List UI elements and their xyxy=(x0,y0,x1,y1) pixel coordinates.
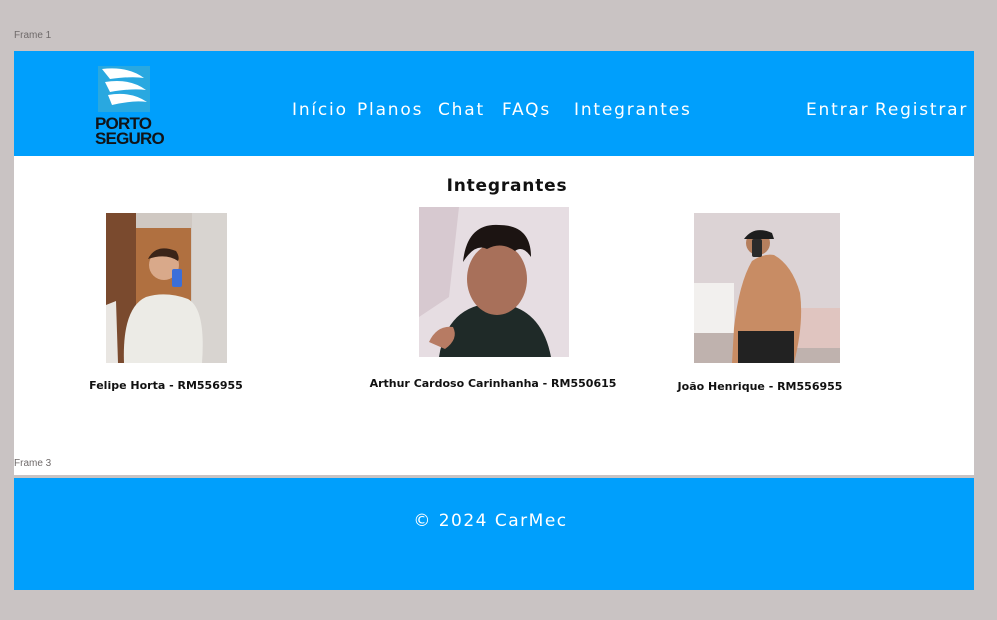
section-title: Integrantes xyxy=(446,176,568,196)
porto-seguro-logo[interactable]: PORTO SEGURO xyxy=(95,66,165,150)
member-photo-joao-image xyxy=(694,213,840,363)
frame-1: PORTO SEGURO Início Planos Chat FAQs Int… xyxy=(14,51,974,475)
member-photo-arthur xyxy=(419,207,569,357)
footer-copyright: © 2024 CarMec xyxy=(413,511,568,531)
nav-inicio[interactable]: Início xyxy=(292,100,348,120)
nav-integrantes[interactable]: Integrantes xyxy=(574,100,692,120)
frame-3-label: Frame 3 xyxy=(14,458,52,469)
logo-mark-icon xyxy=(98,66,150,112)
member-photo-arthur-image xyxy=(419,207,569,357)
member-photo-felipe xyxy=(106,213,227,363)
member-name-felipe: Felipe Horta - RM556955 xyxy=(89,379,243,392)
nav-faqs[interactable]: FAQs xyxy=(502,100,551,120)
nav-chat[interactable]: Chat xyxy=(438,100,485,120)
member-photo-felipe-image xyxy=(106,213,227,363)
nav-planos[interactable]: Planos xyxy=(357,100,423,120)
register-link[interactable]: Registrar xyxy=(875,100,968,120)
login-link[interactable]: Entrar xyxy=(806,100,869,120)
frame-1-label: Frame 1 xyxy=(14,30,52,41)
logo-text: PORTO SEGURO xyxy=(95,115,165,148)
member-photo-joao xyxy=(694,213,840,363)
navbar: PORTO SEGURO Início Planos Chat FAQs Int… xyxy=(14,51,974,156)
member-name-joao: João Henrique - RM556955 xyxy=(677,380,843,393)
footer: © 2024 CarMec xyxy=(14,478,974,590)
logo-line-2: SEGURO xyxy=(95,128,165,148)
member-name-arthur: Arthur Cardoso Carinhanha - RM550615 xyxy=(369,377,617,390)
